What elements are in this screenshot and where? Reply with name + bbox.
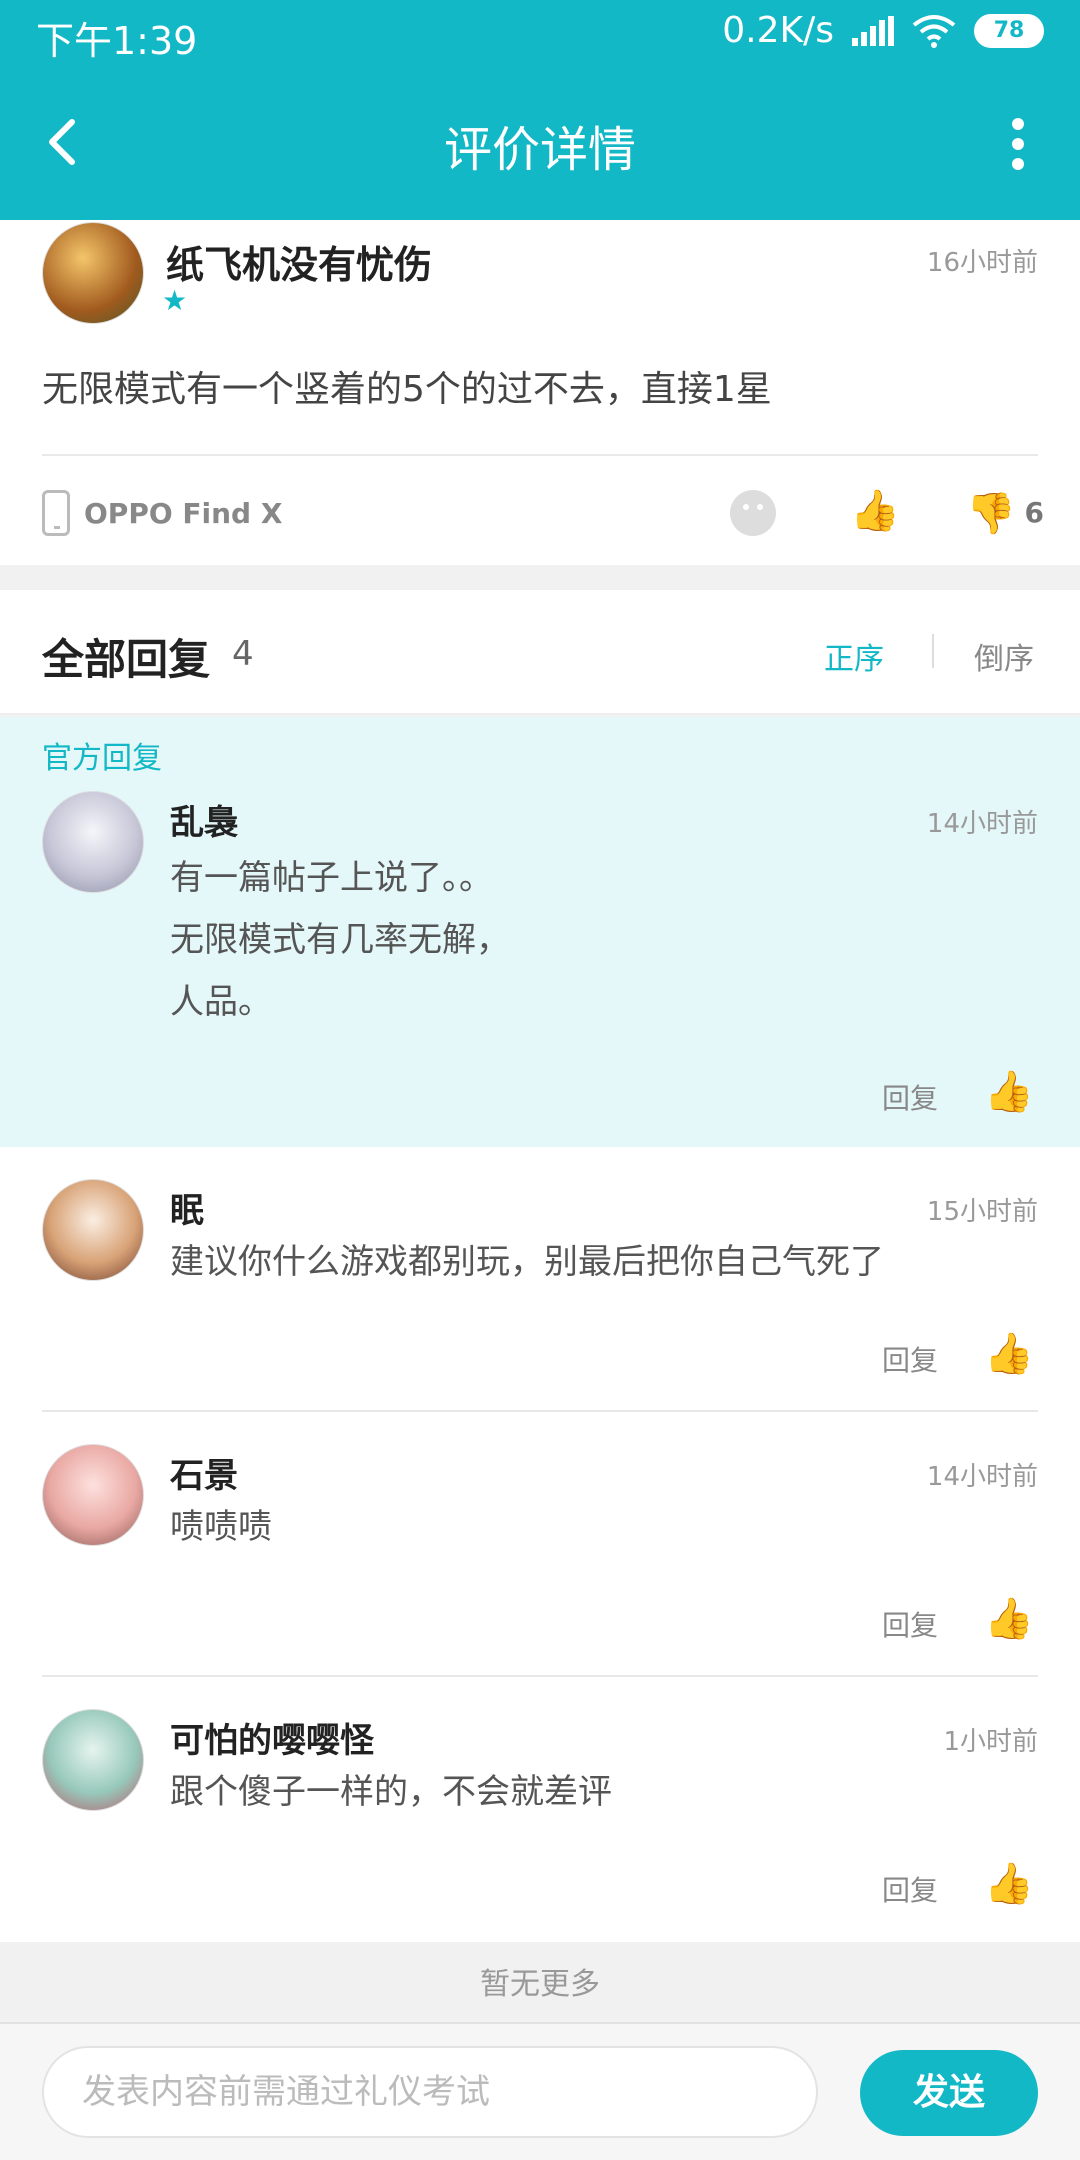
page-title: 评价详情: [443, 122, 636, 178]
reply-item: 眠 15小时前 建议你什么游戏都别玩，别最后把你自己气死了 回复 👍: [0, 1147, 1080, 1412]
reply-author[interactable]: 乱裊: [170, 795, 238, 844]
reply-item: 可怕的嘤嘤怪 1小时前 跟个傻子一样的，不会就差评 回复 👍: [0, 1677, 1080, 1942]
reply-line: 跟个傻子一样的，不会就差评: [170, 1772, 612, 1812]
reply-content: 啧啧啧: [170, 1496, 272, 1558]
reply-time: 15小时前: [926, 1197, 1038, 1227]
replies-header: 全部回复 4 正序 倒序: [0, 590, 1080, 715]
reply-avatar[interactable]: [42, 1444, 144, 1546]
sort-ascending-button[interactable]: 正序: [824, 634, 884, 678]
reply-button[interactable]: 回复: [882, 1604, 938, 1644]
status-time: 下午1:39: [36, 19, 198, 63]
reply-time: 14小时前: [926, 1462, 1038, 1492]
sort-separator: [932, 634, 934, 668]
more-icon[interactable]: [1008, 112, 1028, 172]
nav-bar: 评价详情: [0, 70, 1080, 220]
author-avatar[interactable]: [42, 222, 144, 324]
reply-avatar[interactable]: [42, 1179, 144, 1281]
device-name: OPPO Find X: [84, 496, 283, 530]
reply-author[interactable]: 眠: [170, 1183, 204, 1232]
reply-item: 石景 14小时前 啧啧啧 回复 👍: [0, 1412, 1080, 1677]
comment-input[interactable]: 发表内容前需通过礼仪考试: [42, 2046, 818, 2138]
status-bar: 下午1:39 0.2K/s 78: [0, 0, 1080, 70]
reply-author[interactable]: 石景: [170, 1448, 238, 1497]
comment-composer: 发表内容前需通过礼仪考试 发送: [0, 2022, 1080, 2160]
star-rating: ★: [162, 284, 188, 317]
divider: [42, 454, 1038, 456]
wifi-icon: [912, 14, 956, 48]
device-info: OPPO Find X: [42, 490, 282, 536]
review-card: 纸飞机没有忧伤 16小时前 ★ 无限模式有一个竖着的5个的过不去，直接1星 OP…: [0, 220, 1080, 565]
reply-avatar[interactable]: [42, 1709, 144, 1811]
status-right: 0.2K/s 78: [722, 10, 1044, 51]
like-icon[interactable]: 👍: [850, 488, 900, 534]
reply-line: 啧啧啧: [170, 1507, 272, 1547]
reply-content: 跟个傻子一样的，不会就差评: [170, 1761, 612, 1823]
reply-button[interactable]: 回复: [882, 1077, 938, 1117]
reply-author[interactable]: 可怕的嘤嘤怪: [170, 1713, 374, 1762]
phone-icon: [42, 490, 70, 536]
author-name[interactable]: 纸飞机没有忧伤: [166, 234, 432, 289]
reply-line: 建议你什么游戏都别玩，别最后把你自己气死了: [170, 1242, 884, 1282]
battery-icon: 78: [974, 13, 1044, 48]
reply-content: 建议你什么游戏都别玩，别最后把你自己气死了: [170, 1231, 884, 1293]
signal-icon: [852, 15, 894, 46]
replies-count: 4: [232, 634, 254, 674]
reply-content: 有一篇帖子上说了。。 无限模式有几率无解， 人品。: [170, 847, 510, 1033]
reply-time: 1小时前: [943, 1727, 1038, 1757]
send-button[interactable]: 发送: [860, 2050, 1038, 2136]
official-reply-tag: 官方回复: [42, 741, 162, 776]
reply-time: 14小时前: [926, 809, 1038, 839]
emoji-icon[interactable]: [730, 490, 776, 536]
thumbs-up-icon[interactable]: 👍: [984, 1331, 1034, 1377]
replies-title: 全部回复: [42, 635, 211, 684]
review-time: 16小时前: [926, 248, 1038, 278]
no-more-label: 暂无更多: [480, 1967, 600, 2002]
reply-line: 无限模式有几率无解，: [170, 920, 510, 960]
thumbs-up-icon[interactable]: 👍: [984, 1861, 1034, 1907]
reply-button[interactable]: 回复: [882, 1869, 938, 1909]
dislike-count: 6: [1024, 496, 1044, 529]
thumbs-up-icon[interactable]: 👍: [984, 1596, 1034, 1642]
reply-line: 人品。: [170, 982, 272, 1022]
top-bar: 下午1:39 0.2K/s 78 评价详情: [0, 0, 1080, 220]
reply-avatar[interactable]: [42, 791, 144, 893]
network-speed: 0.2K/s: [722, 10, 834, 51]
reply-button[interactable]: 回复: [882, 1339, 938, 1379]
reply-line: 有一篇帖子上说了。。: [170, 858, 493, 898]
dislike-icon[interactable]: 👍: [966, 490, 1016, 536]
review-content: 无限模式有一个竖着的5个的过不去，直接1星: [42, 369, 772, 410]
sort-descending-button[interactable]: 倒序: [974, 634, 1034, 678]
reply-item: 官方回复 乱裊 14小时前 有一篇帖子上说了。。 无限模式有几率无解， 人品。 …: [0, 717, 1080, 1147]
thumbs-up-icon[interactable]: 👍: [984, 1069, 1034, 1115]
